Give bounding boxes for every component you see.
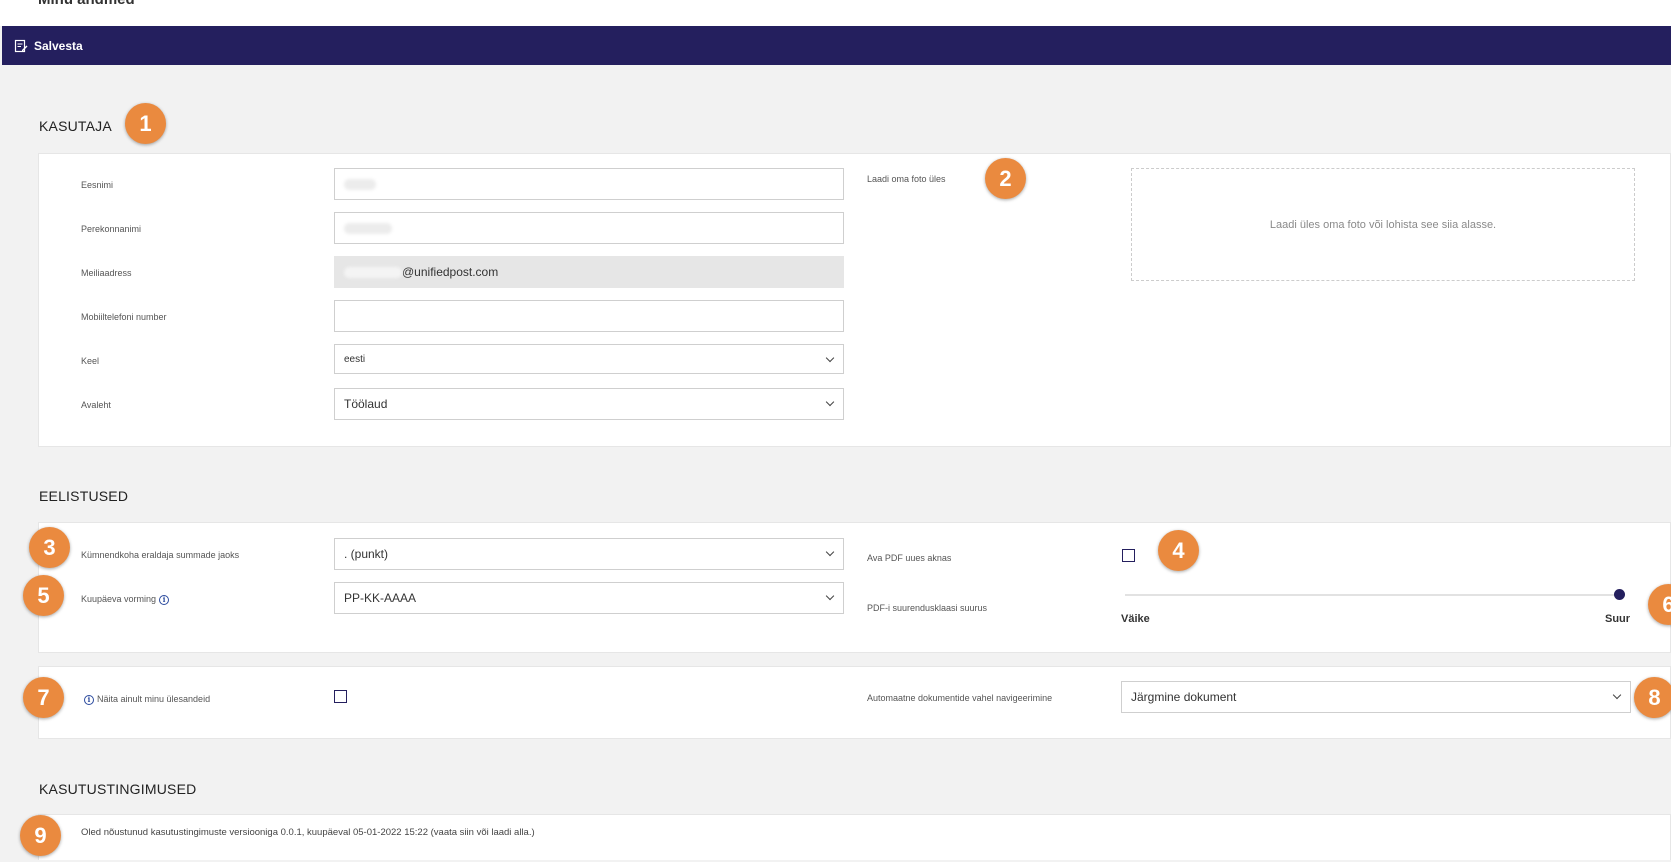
only-my-tasks-checkbox[interactable]: [334, 690, 347, 703]
annotation-marker-5: 5: [23, 575, 64, 616]
annotation-marker-4: 4: [1158, 530, 1199, 571]
decimal-separator-label: Kümnendkoha eraldaja summade jaoks: [81, 550, 240, 560]
date-format-select[interactable]: PP-KK-AAAA: [334, 582, 844, 614]
auto-navigation-value: Järgmine dokument: [1131, 690, 1237, 704]
annotation-marker-8: 8: [1634, 677, 1671, 718]
date-format-value: PP-KK-AAAA: [344, 591, 417, 605]
section-title-preferences: EELISTUSED: [39, 488, 129, 504]
terms-card: Oled nõustunud kasutustingimuste versioo…: [38, 814, 1671, 860]
navigation-card: i Näita ainult minu ülesandeid Automaatne…: [38, 666, 1671, 739]
user-card: Eesnimi Perekonnanimi Meiliaadress @unif…: [38, 153, 1671, 447]
section-title-user: KASUTAJA: [39, 118, 112, 134]
section-title-terms: KASUTUSTINGIMUSED: [39, 781, 197, 797]
annotation-marker-2: 2: [985, 158, 1026, 199]
open-pdf-new-window-checkbox[interactable]: [1122, 549, 1135, 562]
chevron-down-icon: [825, 591, 835, 601]
date-format-label: Kuupäeva vorming i: [81, 594, 172, 605]
preferences-card: Kümnendkoha eraldaja summade jaoks . (pu…: [38, 522, 1671, 653]
slider-max-label: Suur: [1605, 613, 1631, 625]
email-domain: @unifiedpost.com: [402, 265, 499, 279]
pdf-magnifier-slider-track[interactable]: [1125, 594, 1619, 596]
auto-navigation-label: Automaatne dokumentide vahel navigeerimi…: [867, 693, 1053, 703]
pdf-magnifier-slider-thumb[interactable]: [1613, 589, 1625, 600]
top-header: Minu andmed: [0, 0, 1671, 26]
info-icon[interactable]: i: [159, 594, 170, 605]
chevron-down-icon: [1612, 690, 1622, 700]
only-my-tasks-label: i Näita ainult minu ülesandeid: [84, 694, 210, 705]
chevron-down-icon: [825, 547, 835, 557]
info-icon[interactable]: i: [84, 694, 94, 705]
last-name-label: Perekonnanimi: [81, 224, 142, 234]
date-format-label-text: Kuupäeva vorming: [81, 594, 157, 604]
homepage-value: Töölaud: [344, 397, 388, 411]
language-label: Keel: [81, 356, 100, 366]
pdf-magnifier-label: PDF-i suurendusklaasi suurus: [867, 603, 988, 613]
email-field: @unifiedpost.com: [334, 256, 844, 288]
homepage-select[interactable]: Töölaud: [334, 388, 844, 420]
redacted-value: [344, 222, 392, 234]
open-pdf-new-window-label: Ava PDF uues aknas: [867, 553, 952, 563]
email-label: Meiliaadress: [81, 268, 132, 278]
phone-input[interactable]: [334, 300, 844, 332]
language-value: eesti: [344, 353, 366, 365]
decimal-separator-value: . (punkt): [344, 547, 389, 561]
decimal-separator-select[interactable]: . (punkt): [334, 538, 844, 570]
only-my-tasks-label-text: Näita ainult minu ülesandeid: [97, 694, 211, 704]
save-document-icon: [14, 39, 28, 53]
phone-label: Mobiiltelefoni number: [81, 312, 167, 322]
photo-dropzone[interactable]: Laadi üles oma foto või lohista see siia…: [1131, 168, 1635, 281]
redacted-value: [344, 178, 376, 190]
homepage-label: Avaleht: [81, 400, 111, 410]
page-title: Minu andmed: [38, 0, 135, 8]
annotation-marker-1: 1: [125, 103, 166, 144]
terms-text[interactable]: Oled nõustunud kasutustingimuste versioo…: [81, 827, 535, 838]
dropzone-text: Laadi üles oma foto või lohista see siia…: [1269, 218, 1497, 231]
language-select[interactable]: eesti: [334, 344, 844, 374]
first-name-input[interactable]: [334, 168, 844, 200]
toolbar: Salvesta: [2, 26, 1671, 65]
annotation-marker-3: 3: [29, 527, 70, 568]
redacted-value: [344, 266, 402, 278]
annotation-marker-9: 9: [20, 815, 61, 856]
slider-min-label: Väike: [1121, 613, 1150, 625]
annotation-marker-7: 7: [23, 677, 64, 718]
chevron-down-icon: [825, 397, 835, 407]
save-button-label: Salvesta: [34, 39, 83, 53]
chevron-down-icon: [825, 353, 835, 363]
auto-navigation-select[interactable]: Järgmine dokument: [1121, 681, 1631, 713]
photo-upload-label: Laadi oma foto üles: [867, 174, 946, 184]
last-name-input[interactable]: [334, 212, 844, 244]
save-button[interactable]: Salvesta: [14, 35, 83, 57]
first-name-label: Eesnimi: [81, 180, 114, 190]
